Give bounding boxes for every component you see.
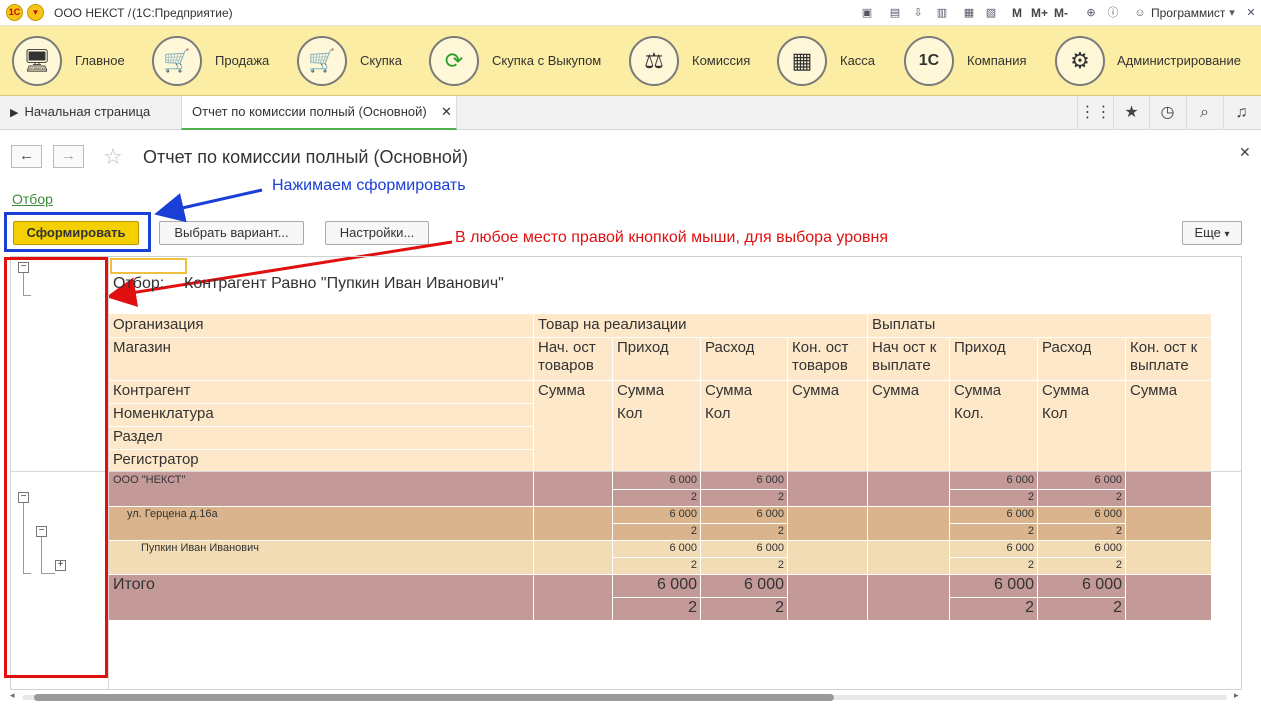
grid-line	[787, 337, 788, 471]
cell-in-qty[interactable]: 2	[613, 490, 700, 505]
header-sum: Сумма	[1130, 382, 1178, 399]
total-in-qty[interactable]: 2	[613, 598, 700, 618]
filter-value: Контрагент Равно "Пупкин Иван Иванович"	[184, 275, 504, 292]
cell-pay-in-sum[interactable]: 6 000	[950, 507, 1037, 522]
cell-out-sum[interactable]: 6 000	[701, 507, 787, 522]
grid-line	[1037, 337, 1038, 471]
annotation-red-frame	[4, 257, 108, 678]
header-section: Раздел	[113, 428, 163, 445]
cell-pay-out-sum[interactable]: 6 000	[1038, 507, 1125, 522]
cell-out-qty[interactable]: 2	[701, 558, 787, 573]
row-shop-name[interactable]: ул. Герцена д.16а	[124, 507, 218, 521]
cell-pay-out-qty[interactable]: 2	[1038, 558, 1125, 573]
scroll-left-icon[interactable]: ◂	[10, 690, 15, 701]
header-group-payments: Выплаты	[872, 316, 936, 333]
cell-pay-out-sum[interactable]: 6 000	[1038, 541, 1125, 556]
selected-cell[interactable]	[110, 258, 187, 274]
cell-out-qty[interactable]: 2	[701, 524, 787, 539]
report-sheet[interactable]: − − − + Отбор: Контрагент Равно "Пупкин …	[10, 256, 1242, 690]
header-sum: Сумма	[1042, 382, 1090, 399]
header-col-in: Приход	[954, 339, 1006, 356]
header-qty: Кол	[1042, 405, 1068, 422]
header-col-start-goods: Нач. ост товаров	[538, 339, 596, 374]
header-shop: Магазин	[113, 339, 171, 356]
cell-in-sum[interactable]: 6 000	[613, 507, 700, 522]
grid-line	[700, 337, 701, 471]
total-out-sum[interactable]: 6 000	[701, 575, 787, 595]
grid-line	[533, 472, 534, 620]
cell-in-sum[interactable]: 6 000	[613, 541, 700, 556]
header-sum: Сумма	[954, 382, 1002, 399]
grid-line	[109, 449, 533, 450]
header-col-end-pay: Кон. ост к выплате	[1130, 339, 1198, 374]
header-nomenclature: Номенклатура	[113, 405, 214, 422]
row-org-name[interactable]: ООО "НЕКСТ"	[110, 473, 185, 487]
row-total-name[interactable]: Итого	[110, 576, 155, 594]
cell-pay-out-qty[interactable]: 2	[1038, 490, 1125, 505]
horizontal-scrollbar[interactable]: ◂ ▸	[10, 690, 1242, 702]
header-col-out: Расход	[1042, 339, 1092, 356]
filter-label: Отбор:	[113, 275, 165, 292]
grid-line	[109, 337, 1211, 338]
row-contractor-name[interactable]: Пупкин Иван Иванович	[138, 541, 259, 555]
grid-line	[949, 337, 950, 471]
cell-pay-in-qty[interactable]: 2	[950, 490, 1037, 505]
total-pay-out-qty[interactable]: 2	[1038, 598, 1125, 618]
grid-line	[109, 403, 533, 404]
total-pay-out-sum[interactable]: 6 000	[1038, 575, 1125, 595]
scroll-right-icon[interactable]: ▸	[1234, 690, 1239, 701]
grid-line	[612, 337, 613, 471]
grid-line	[1125, 337, 1126, 471]
header-qty: Кол.	[954, 405, 984, 422]
grid-line	[109, 380, 1211, 381]
cell-out-qty[interactable]: 2	[701, 490, 787, 505]
cell-pay-out-sum[interactable]: 6 000	[1038, 473, 1125, 488]
total-pay-in-sum[interactable]: 6 000	[950, 575, 1037, 595]
header-sum: Сумма	[792, 382, 840, 399]
cell-pay-in-sum[interactable]: 6 000	[950, 541, 1037, 556]
header-sum: Сумма	[705, 382, 753, 399]
header-sum: Сумма	[617, 382, 665, 399]
cell-pay-out-qty[interactable]: 2	[1038, 524, 1125, 539]
header-sum: Сумма	[538, 382, 586, 399]
cell-out-sum[interactable]: 6 000	[701, 541, 787, 556]
total-pay-in-qty[interactable]: 2	[950, 598, 1037, 618]
header-organization: Организация	[113, 316, 204, 333]
total-in-sum[interactable]: 6 000	[613, 575, 700, 595]
grid-line	[867, 472, 868, 620]
total-out-qty[interactable]: 2	[701, 598, 787, 618]
grid-line	[109, 426, 533, 427]
header-contractor: Контрагент	[113, 382, 191, 399]
header-registrar: Регистратор	[113, 451, 199, 468]
header-col-start-pay: Нач ост к выплате	[872, 339, 937, 374]
header-qty: Кол	[705, 405, 731, 422]
annotation-blue-arrow	[154, 188, 263, 223]
cell-pay-in-sum[interactable]: 6 000	[950, 473, 1037, 488]
scroll-thumb[interactable]	[34, 694, 834, 701]
cell-in-qty[interactable]: 2	[613, 524, 700, 539]
cell-pay-in-qty[interactable]: 2	[950, 524, 1037, 539]
header-qty: Кол	[617, 405, 643, 422]
cell-in-sum[interactable]: 6 000	[613, 473, 700, 488]
header-col-end-goods: Кон. ост товаров	[792, 339, 849, 374]
cell-pay-in-qty[interactable]: 2	[950, 558, 1037, 573]
header-group-goods: Товар на реализации	[538, 316, 687, 333]
header-col-out: Расход	[705, 339, 755, 356]
header-sum: Сумма	[872, 382, 920, 399]
cell-out-sum[interactable]: 6 000	[701, 473, 787, 488]
header-col-in: Приход	[617, 339, 669, 356]
cell-in-qty[interactable]: 2	[613, 558, 700, 573]
